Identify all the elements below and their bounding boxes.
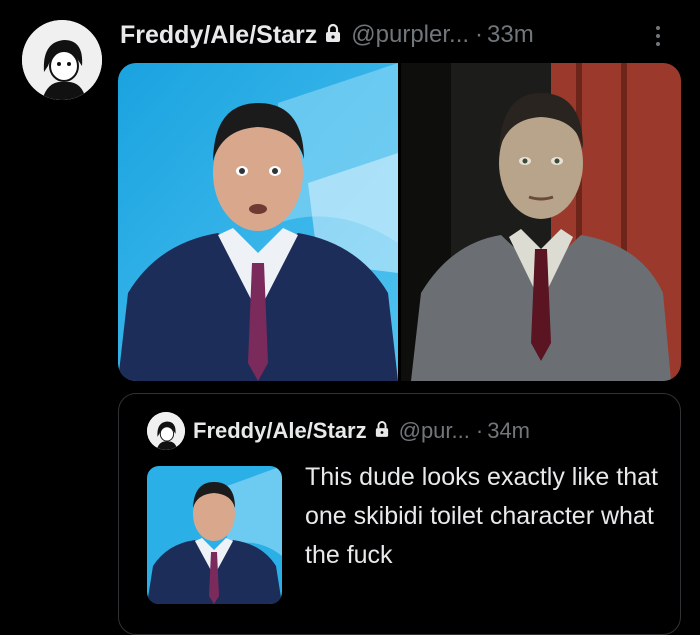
post-media	[118, 63, 681, 381]
author-handle[interactable]: @purpler...	[351, 21, 469, 49]
author-avatar[interactable]	[22, 20, 102, 100]
post-time[interactable]: 33m	[487, 21, 534, 49]
quoted-media-thumbnail[interactable]	[147, 466, 282, 604]
quoted-author-name: Freddy/Ale/Starz	[193, 418, 367, 443]
gman-character-render[interactable]	[401, 63, 681, 381]
quoted-post-header: Freddy/Ale/Starz @pur... · 34m	[147, 412, 530, 450]
quoted-author-avatar	[147, 412, 185, 450]
more-vertical-icon[interactable]	[648, 22, 668, 52]
quoted-post-time: 34m	[487, 418, 530, 443]
post-header: Freddy/Ale/Starz @purpler... · 33m	[120, 18, 534, 52]
separator-dot: ·	[475, 21, 484, 48]
separator-dot: ·	[475, 418, 484, 443]
lock-icon	[375, 420, 389, 443]
quoted-post[interactable]: Freddy/Ale/Starz @pur... · 34m This dude…	[118, 393, 681, 635]
news-anchor-photo[interactable]	[118, 63, 398, 381]
author-name[interactable]: Freddy/Ale/Starz	[120, 21, 317, 50]
quoted-post-text: This dude looks exactly like that one sk…	[305, 463, 658, 569]
quoted-author-handle: @pur...	[398, 418, 470, 443]
lock-icon	[325, 23, 341, 48]
